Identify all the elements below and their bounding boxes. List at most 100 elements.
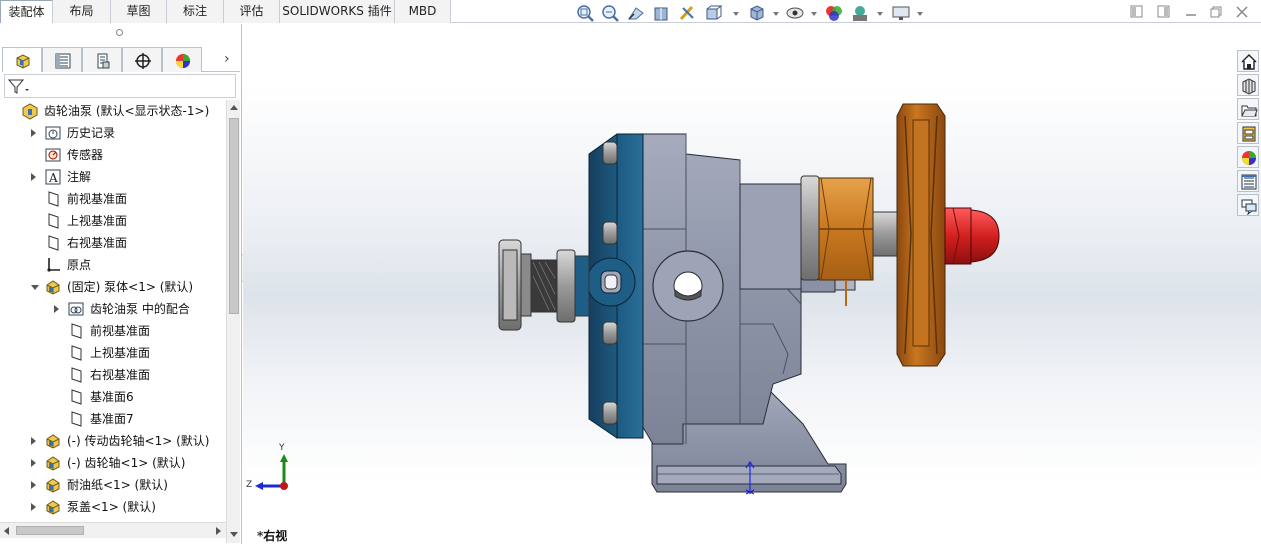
plane-icon [71,389,82,405]
tab-assembly[interactable]: 装配体 [0,0,53,23]
scroll-left-arrow-icon[interactable] [4,527,9,535]
plane-icon [71,323,82,339]
tree-filter[interactable] [4,74,236,98]
tree-item[interactable]: 基准面6 [0,386,226,408]
featuremanager-icon [16,54,30,69]
tree-item[interactable]: 上视基准面 [0,342,226,364]
task-pane-forum[interactable] [1237,194,1259,216]
tab-solidworks-addins[interactable]: SOLIDWORKS 插件 [280,0,395,23]
tree-item[interactable]: (-) 齿轮轴<1> (默认) [0,452,226,474]
task-pane-appearances[interactable] [1237,146,1259,168]
tab-configurationmanager[interactable] [82,47,122,72]
view-orientation-label: *右视 [257,529,288,543]
expand-arrow-icon[interactable] [31,129,36,137]
tree-item[interactable]: 传感器 [0,144,226,166]
tab-dimxpertmanager[interactable] [122,47,162,72]
collapse-arrow-icon[interactable] [31,285,39,290]
tree-horizontal-scrollbar[interactable] [0,522,226,538]
expand-arrow-icon[interactable] [31,437,36,445]
zoom-to-area-icon[interactable] [600,4,620,22]
task-pane-design-library[interactable] [1237,74,1259,96]
view-settings-dropdown-icon[interactable] [917,12,923,16]
tree-item-label: 前视基准面 [67,192,128,206]
tree-item-label: (-) 传动齿轮轴<1> (默认) [67,434,210,448]
vertical-scroll-thumb[interactable] [229,118,239,314]
expand-arrow-icon[interactable] [31,459,36,467]
tree-vertical-scrollbar[interactable] [226,100,240,543]
edit-appearance-icon[interactable] [824,4,844,22]
gear-pump-model[interactable] [243,24,1261,544]
dimxpertmanager-icon [135,53,151,69]
tree-item[interactable]: 上视基准面 [0,210,226,232]
task-pane-view-palette[interactable] [1237,122,1259,144]
drive-shaft[interactable] [872,211,898,257]
expand-arrow-icon[interactable] [31,481,36,489]
scroll-right-arrow-icon[interactable] [216,527,221,535]
hide-show-dropdown-icon[interactable] [811,12,817,16]
tree-item[interactable]: 耐油纸<1> (默认) [0,474,226,496]
close-icon[interactable] [1235,5,1249,19]
tile-left-icon[interactable] [1130,5,1144,19]
hide-show-items-icon[interactable] [785,4,805,22]
minimize-icon[interactable] [1184,5,1198,19]
display-style-dropdown-icon[interactable] [773,12,779,16]
pump-cover[interactable] [586,133,644,439]
dynamic-annotation-icon[interactable] [678,4,698,22]
expand-arrow-icon[interactable] [54,305,59,313]
part-icon [46,280,60,295]
more-tabs-arrow[interactable]: › [224,51,230,67]
tree-item[interactable]: 前视基准面 [0,320,226,342]
cap-nut[interactable] [944,207,1000,265]
tree-item[interactable]: 泵盖<1> (默认) [0,496,226,516]
appearances-icon [1242,151,1256,165]
custom-properties-icon [1241,174,1257,190]
expand-arrow-icon[interactable] [31,173,36,181]
left-packing-nut[interactable] [498,239,590,331]
view-settings-icon[interactable] [891,4,911,22]
tab-evaluate[interactable]: 评估 [224,0,280,23]
tab-sketch[interactable]: 草图 [111,0,167,23]
scroll-down-arrow-icon[interactable] [230,532,238,537]
horizontal-scroll-thumb[interactable] [16,526,84,535]
tab-propertymanager[interactable] [42,47,82,72]
tree-item[interactable]: (固定) 泵体<1> (默认) [0,276,226,298]
tab-featuremanager[interactable] [2,47,42,72]
restore-icon[interactable] [1209,5,1223,19]
graphics-area[interactable]: Y Z *右视 [243,24,1261,544]
tree-item[interactable]: (-) 传动齿轮轴<1> (默认) [0,430,226,452]
task-pane-home[interactable] [1237,50,1259,72]
expand-arrow-icon[interactable] [31,503,36,511]
display-style-icon[interactable] [747,4,767,22]
view-orientation-dropdown-icon[interactable] [733,12,739,16]
tree-item[interactable]: 前视基准面 [0,188,226,210]
tree-item[interactable]: 右视基准面 [0,232,226,254]
apply-scene-dropdown-icon[interactable] [877,12,883,16]
scroll-up-arrow-icon[interactable] [230,105,238,110]
tree-item[interactable]: 齿轮油泵 (默认<显示状态-1>) [0,100,226,122]
tile-right-icon[interactable] [1157,5,1171,19]
view-triad [255,454,288,490]
panel-splitter-handle[interactable] [116,29,123,36]
task-pane-custom-properties[interactable] [1237,170,1259,192]
tree-item[interactable]: 齿轮油泵 中的配合 [0,298,226,320]
tree-item[interactable]: 基准面7 [0,408,226,430]
tree-item[interactable]: 原点 [0,254,226,276]
tab-mbd[interactable]: MBD [395,0,451,23]
tree-item[interactable]: A 注解 [0,166,226,188]
pulley[interactable] [896,103,946,367]
tab-displaymanager[interactable] [162,47,202,72]
task-pane-file-explorer[interactable] [1237,98,1259,120]
section-view-icon[interactable] [652,4,672,22]
tree-item[interactable]: 右视基准面 [0,364,226,386]
tree-item-label: (-) 齿轮轴<1> (默认) [67,456,186,470]
gland-nut[interactable] [818,177,874,281]
previous-view-icon[interactable] [626,4,646,22]
tree-item[interactable]: 历史记录 [0,122,226,144]
tab-markup[interactable]: 标注 [167,0,224,23]
apply-scene-icon[interactable] [850,4,870,22]
zoom-to-fit-icon[interactable] [575,4,595,22]
view-orientation-icon[interactable] [704,4,724,22]
file-explorer-icon [1241,105,1258,117]
tab-layout[interactable]: 布局 [53,0,111,23]
tree-item-label: 上视基准面 [90,346,151,360]
